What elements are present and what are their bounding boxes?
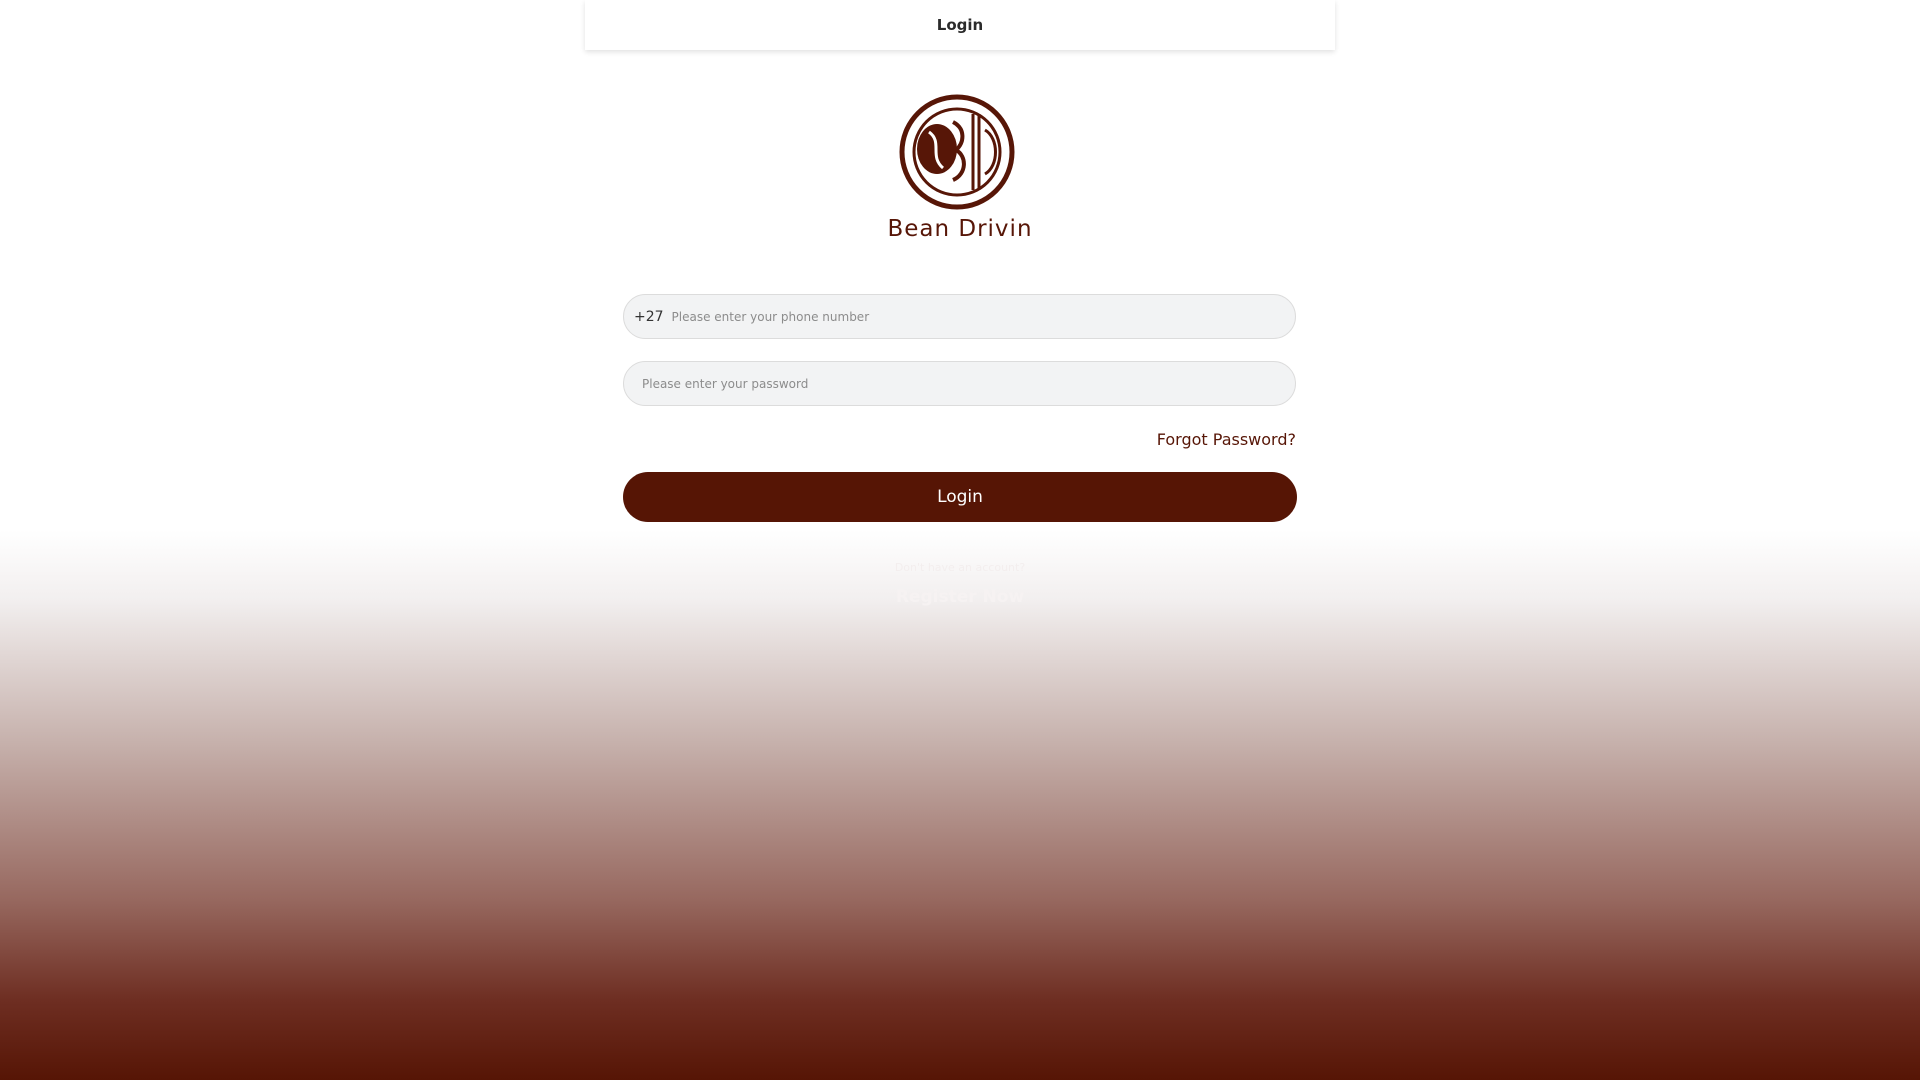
phone-input[interactable] (669, 308, 1279, 325)
password-input[interactable] (640, 375, 1279, 392)
forgot-password-link[interactable]: Forgot Password? (623, 430, 1296, 449)
bean-drivin-logo-icon (899, 94, 1015, 210)
brand-name: Bean Drivin (887, 216, 1033, 242)
register-now-link[interactable]: Register Now (585, 587, 1335, 607)
page-title: Login (936, 16, 984, 34)
top-navigation-bar: Login (585, 0, 1335, 50)
country-code[interactable]: +27 (634, 309, 664, 325)
login-page: Login Bean Drivin +27 Forgot Password? L… (585, 0, 1335, 1080)
no-account-text: Don't have an account? (894, 561, 1026, 574)
login-button[interactable]: Login (623, 472, 1297, 522)
phone-field[interactable]: +27 (623, 294, 1296, 339)
password-field[interactable] (623, 361, 1296, 406)
